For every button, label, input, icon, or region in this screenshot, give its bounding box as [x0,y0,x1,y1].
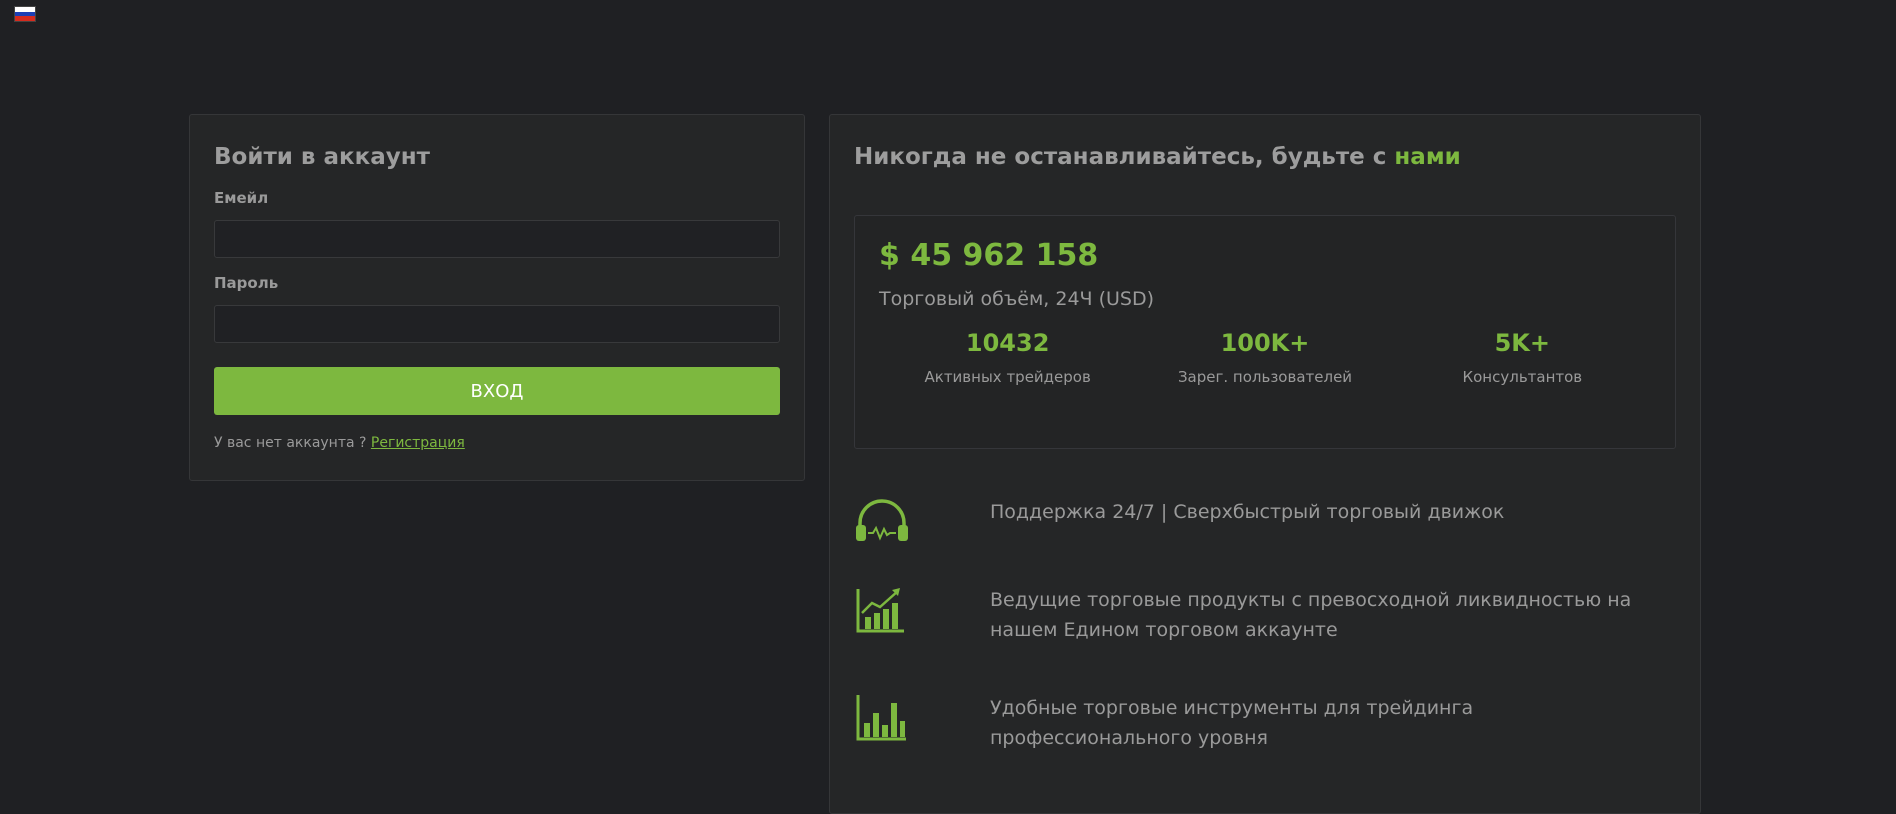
growth-chart-icon [856,588,904,633]
feature-text: Удобные торговые инструменты для трейдин… [990,697,1474,749]
trading-volume-label: Торговый объём, 24Ч (USD) [879,288,1155,310]
stat-value: 5K+ [1494,329,1551,357]
no-account-text: У вас нет аккаунта ? [214,435,371,451]
russia-flag-icon[interactable] [14,6,36,22]
stat-label: Зарег. пользователей [1177,368,1353,386]
info-title: Никогда не останавливайтесь, будьте с на… [854,141,1676,173]
email-label: Емейл [214,189,269,207]
trading-volume: $ 45 962 158 [879,238,1099,273]
stat-label: Консультантов [1462,368,1583,386]
stat-value: 100K+ [1220,329,1310,357]
bar-chart-icon [856,695,906,741]
feature-liquidity: Ведущие торговые продукты с превосходной… [854,585,1676,645]
stat-consultants: 5K+ Консультантов [1394,328,1651,386]
login-title: Войти в аккаунт [214,144,430,170]
stat-registered-users: 100K+ Зарег. пользователей [1136,328,1393,386]
password-input[interactable] [214,305,780,343]
stat-row: 10432 Активных трейдеров 100K+ Зарег. по… [879,328,1651,386]
email-input[interactable] [214,220,780,258]
register-row: У вас нет аккаунта ? Регистрация [214,435,780,451]
register-link[interactable]: Регистрация [371,435,465,451]
login-button[interactable]: ВХОД [214,367,780,415]
info-title-main: Никогда не останавливайтесь, будьте с [854,144,1395,170]
feature-text: Поддержка 24/7 | Сверхбыстрый торговый д… [990,501,1505,523]
feature-support: Поддержка 24/7 | Сверхбыстрый торговый д… [854,497,1676,547]
stat-value: 10432 [965,329,1050,357]
info-title-accent: нами [1394,144,1461,170]
login-card: Войти в аккаунт Емейл Пароль ВХОД У вас … [189,114,805,481]
feature-text: Ведущие торговые продукты с превосходной… [990,589,1632,641]
feature-tools: Удобные торговые инструменты для трейдин… [854,693,1676,753]
stat-active-traders: 10432 Активных трейдеров [879,328,1136,386]
stat-label: Активных трейдеров [924,368,1091,386]
password-label: Пароль [214,274,279,292]
headphones-icon [856,499,908,541]
stats-box: $ 45 962 158 Торговый объём, 24Ч (USD) 1… [854,215,1676,449]
info-card: Никогда не останавливайтесь, будьте с на… [829,114,1701,814]
